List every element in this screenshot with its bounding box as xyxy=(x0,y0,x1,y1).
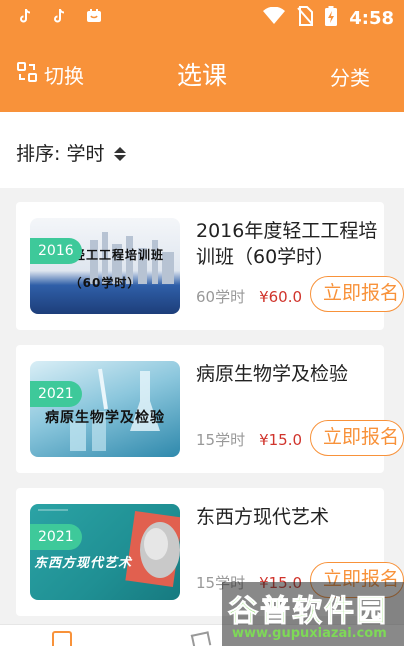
course-thumbnail: 东西方现代艺术 2021 xyxy=(30,504,180,600)
course-title: 2016年度轻工工程培训班（60学时） xyxy=(196,220,378,268)
app-header: 切换 选课 分类 xyxy=(0,34,404,112)
watermark-brand: 谷普软件园 xyxy=(228,594,388,630)
course-meta: 15学时 ¥15.0 xyxy=(196,429,302,450)
enroll-button[interactable]: 立即报名 xyxy=(310,276,404,312)
watermark-url: www.gupuxiazai.com xyxy=(232,626,387,641)
thumbnail-caption: （60学时） xyxy=(69,276,141,290)
clock: 4:58 xyxy=(349,7,394,29)
course-title: 病原生物学及检验 xyxy=(196,363,349,385)
app-icon xyxy=(86,8,102,24)
course-hours: 15学时 xyxy=(196,431,246,449)
course-price: ¥15.0 xyxy=(259,430,303,449)
study-tab-icon[interactable] xyxy=(190,631,212,646)
course-thumbnail: 度轻工工程培训班 （60学时） 2016 xyxy=(30,218,180,314)
course-meta: 60学时 ¥60.0 xyxy=(196,286,302,307)
enroll-button[interactable]: 立即报名 xyxy=(310,420,404,456)
category-button[interactable]: 分类 xyxy=(330,62,370,91)
sort-label: 排序: 学时 xyxy=(16,143,105,165)
watermark: 谷普软件园 www.gupuxiazai.com xyxy=(222,582,404,646)
battery-charging-icon xyxy=(325,6,338,30)
course-tab-icon[interactable] xyxy=(52,631,72,646)
no-sim-icon xyxy=(297,6,314,30)
tiktok-icon xyxy=(52,8,68,24)
tiktok-icon xyxy=(18,8,34,24)
course-price: ¥60.0 xyxy=(259,287,303,306)
year-badge: 2016 xyxy=(30,238,82,264)
year-badge: 2021 xyxy=(30,381,82,407)
sort-bar: 排序: 学时 xyxy=(0,112,404,188)
status-bar: 4:58 xyxy=(0,0,404,34)
year-badge: 2021 xyxy=(30,524,82,550)
sort-dropdown[interactable]: 排序: 学时 xyxy=(16,139,127,166)
course-title: 东西方现代艺术 xyxy=(196,506,330,528)
sort-toggle-icon xyxy=(114,146,127,161)
wifi-icon xyxy=(263,6,286,29)
course-hours: 60学时 xyxy=(196,288,246,306)
thumbnail-caption: 病原生物学及检验 xyxy=(45,410,165,426)
course-thumbnail: 病原生物学及检验 2021 xyxy=(30,361,180,457)
thumbnail-caption: 东西方现代艺术 xyxy=(34,556,133,571)
